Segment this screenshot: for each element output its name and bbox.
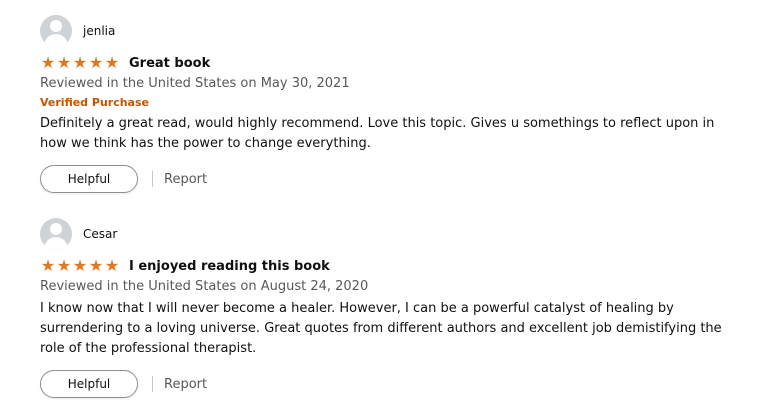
review-title-row: ★ ★ ★ ★ ★ Great book — [40, 53, 740, 73]
report-link[interactable]: Report — [164, 377, 207, 392]
action-divider — [152, 171, 153, 187]
reviewer-name[interactable]: jenlia — [83, 24, 115, 38]
avatar-icon — [40, 218, 72, 250]
star-icon: ★ — [56, 53, 72, 72]
review-title-row: ★ ★ ★ ★ ★ I enjoyed reading this book — [40, 256, 740, 276]
star-icon: ★ — [40, 53, 56, 72]
reviewer-name[interactable]: Cesar — [83, 227, 117, 241]
review-text: Definitely a great read, would highly re… — [40, 116, 715, 151]
star-icon: ★ — [88, 53, 104, 72]
verified-purchase-badge: Verified Purchase — [40, 96, 149, 109]
helpful-button[interactable]: Helpful — [40, 165, 138, 193]
star-icon: ★ — [104, 53, 120, 72]
star-icon: ★ — [40, 256, 56, 275]
reviewer-profile[interactable]: Cesar — [40, 217, 740, 251]
star-icon: ★ — [88, 256, 104, 275]
star-rating[interactable]: ★ ★ ★ ★ ★ — [40, 258, 120, 274]
avatar-icon — [40, 15, 72, 47]
star-icon: ★ — [72, 53, 88, 72]
review-card: Cesar ★ ★ ★ ★ ★ I enjoyed reading this b… — [40, 217, 740, 399]
action-divider — [152, 376, 153, 392]
star-rating[interactable]: ★ ★ ★ ★ ★ — [40, 55, 120, 71]
review-actions: Helpful Report — [40, 369, 740, 399]
star-icon: ★ — [56, 256, 72, 275]
review-date: Reviewed in the United States on August … — [40, 279, 369, 294]
review-actions: Helpful Report — [40, 164, 740, 194]
review-title[interactable]: I enjoyed reading this book — [129, 259, 330, 274]
review-card: jenlia ★ ★ ★ ★ ★ Great book Reviewed in … — [40, 14, 740, 194]
review-text: I know now that I will never become a he… — [40, 301, 722, 356]
helpful-button[interactable]: Helpful — [40, 370, 138, 398]
report-link[interactable]: Report — [164, 172, 207, 187]
reviewer-profile[interactable]: jenlia — [40, 14, 740, 48]
review-title[interactable]: Great book — [129, 56, 210, 71]
star-icon: ★ — [72, 256, 88, 275]
star-icon: ★ — [104, 256, 120, 275]
review-date: Reviewed in the United States on May 30,… — [40, 76, 350, 91]
